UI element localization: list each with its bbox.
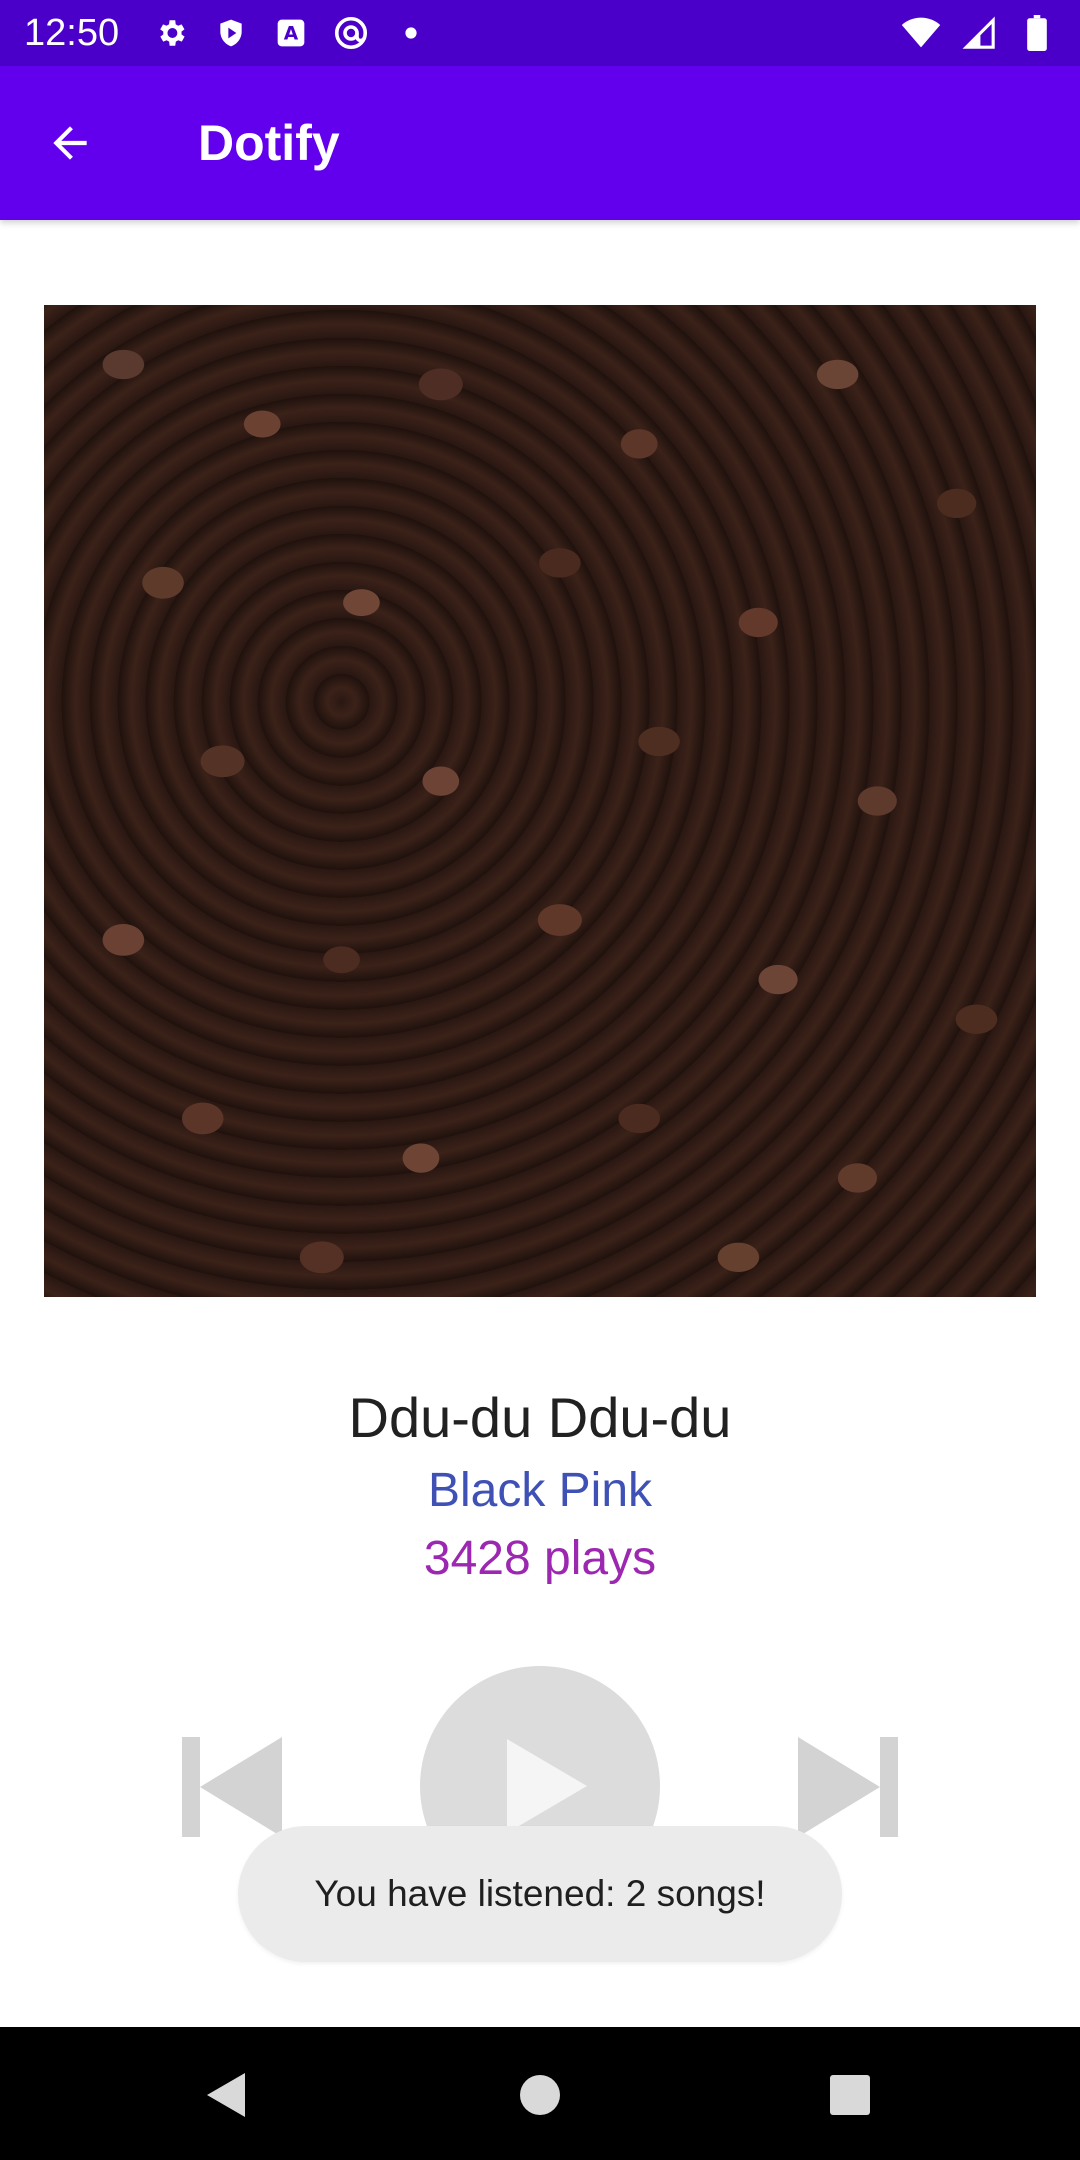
gear-icon <box>150 12 192 54</box>
previous-button[interactable] <box>178 1735 286 1839</box>
next-button[interactable] <box>794 1735 902 1839</box>
status-time: 12:50 <box>24 12 120 54</box>
at-icon <box>330 12 372 54</box>
song-artist: Black Pink <box>427 1464 653 1517</box>
nav-back-button[interactable] <box>196 2065 256 2125</box>
a-badge-icon: A <box>270 12 312 54</box>
signal-icon <box>958 12 1000 54</box>
nav-home-icon <box>520 2075 560 2115</box>
play-icon <box>507 1739 587 1833</box>
wifi-icon <box>900 12 942 54</box>
nav-recents-button[interactable] <box>820 2065 880 2125</box>
navigation-bar <box>0 2027 1080 2160</box>
app-bar: Dotify <box>0 66 1080 220</box>
skip-next-icon <box>798 1737 898 1837</box>
album-art-image[interactable] <box>44 305 1036 1297</box>
shield-icon <box>210 12 252 54</box>
battery-icon <box>1016 12 1058 54</box>
song-play-count: 3428 plays <box>423 1532 657 1585</box>
status-icons-right <box>900 12 1058 54</box>
svg-text:A: A <box>284 24 299 45</box>
nav-home-button[interactable] <box>510 2065 570 2125</box>
toast-message: You have listened: 2 songs! <box>238 1826 842 1962</box>
nav-recents-icon <box>830 2075 870 2115</box>
toast-text: You have listened: 2 songs! <box>314 1873 766 1914</box>
status-bar: 12:50 A <box>0 0 1080 66</box>
app-title: Dotify <box>198 115 340 171</box>
arrow-left-icon <box>53 126 87 160</box>
back-button[interactable] <box>40 113 100 173</box>
dot-icon <box>390 12 432 54</box>
nav-back-icon <box>207 2073 245 2117</box>
skip-previous-icon <box>182 1737 282 1837</box>
screen: 12:50 A Dotify Ddu-du Ddu-du Black Pink … <box>0 0 1080 2160</box>
status-icons-left: A <box>150 12 432 54</box>
song-title: Ddu-du Ddu-du <box>348 1386 732 1449</box>
